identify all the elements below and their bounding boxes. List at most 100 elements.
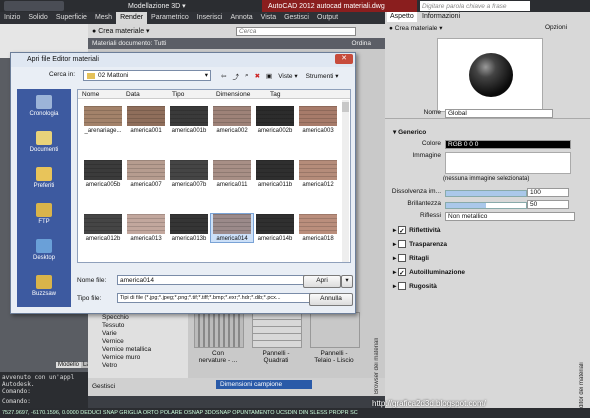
column-data[interactable]: Data — [126, 90, 140, 99]
workspace-selector[interactable]: Modellazione 3D ▾ — [128, 1, 204, 11]
create-material-button[interactable]: ● Crea materiale ▾ — [88, 27, 150, 35]
search-web-icon[interactable]: ⌕ — [245, 72, 249, 80]
filetype-select[interactable]: Tipi di file (*.jpg;*.jpeg;*.png;*.tif;*… — [117, 293, 325, 303]
file-thumbnail[interactable]: america018 — [297, 214, 339, 242]
list-item[interactable]: Vernice metallica — [88, 346, 188, 354]
file-thumbnail[interactable]: america001b — [168, 106, 210, 134]
section-trasparenza[interactable]: ▸ Trasparenza — [393, 240, 447, 250]
section-riflettivita[interactable]: ▸ ✓ Riflettività — [393, 226, 441, 236]
help-search-input[interactable]: Digitare parola chiave a frase — [420, 1, 530, 11]
section-ritagli[interactable]: ▸ Ritagli — [393, 254, 429, 264]
file-name: america014 — [216, 236, 248, 242]
tab-annota[interactable]: Annota — [226, 12, 256, 24]
tab-model[interactable]: Modello — [56, 362, 82, 368]
tab-parametrico[interactable]: Parametrico — [147, 12, 193, 24]
reflections-select[interactable]: Non metallico — [445, 212, 575, 221]
dissolve-slider[interactable] — [445, 190, 527, 197]
list-item[interactable]: Vetro — [88, 362, 188, 370]
column-tag[interactable]: Tag — [270, 90, 280, 99]
tab-informazioni[interactable]: Informazioni — [419, 12, 463, 22]
quick-access-toolbar[interactable] — [4, 1, 64, 11]
checkbox[interactable] — [398, 240, 407, 249]
checkbox[interactable]: ✓ — [398, 268, 407, 277]
tab-output[interactable]: Output — [313, 12, 342, 24]
list-item[interactable]: Vernice — [88, 338, 188, 346]
list-item[interactable]: Varie — [88, 330, 188, 338]
scrollbar[interactable] — [342, 100, 349, 262]
tab-vista[interactable]: Vista — [257, 12, 280, 24]
place-cronologia[interactable]: Cronologia — [21, 95, 67, 117]
close-button[interactable]: ✕ — [335, 54, 353, 64]
place-preferiti[interactable]: Preferiti — [21, 167, 67, 189]
create-material-button[interactable]: ● Crea materiale ▾ — [389, 24, 442, 32]
tab-render[interactable]: Render — [116, 12, 148, 24]
tab-gestisci[interactable]: Gestisci — [280, 12, 313, 24]
scrollbar-thumb[interactable] — [342, 102, 349, 112]
name-input[interactable]: Global — [445, 109, 553, 118]
open-dropdown-button[interactable]: ▾ — [341, 275, 353, 288]
file-thumbnail[interactable]: america013b — [168, 214, 210, 242]
new-folder-icon[interactable]: ▣ — [266, 72, 272, 80]
material-tile[interactable]: Pannelli - Telaio - Liscio — [310, 312, 360, 364]
ftp-icon — [36, 203, 52, 217]
checkbox[interactable] — [398, 254, 407, 263]
place-buzzsaw[interactable]: Buzzsaw — [21, 275, 67, 297]
section-generico[interactable]: ▾ Generico — [393, 128, 426, 138]
tab-solido[interactable]: Solido — [24, 12, 51, 24]
up-folder-icon[interactable]: ⤴ — [232, 71, 239, 81]
place-desktop[interactable]: Desktop — [21, 239, 67, 261]
file-thumbnail[interactable]: america014 — [210, 213, 254, 243]
section-rugosita[interactable]: ▸ Rugosità — [393, 282, 437, 292]
file-thumbnail[interactable]: america011 — [211, 160, 253, 188]
material-tile[interactable]: Con nervature - ... — [194, 312, 244, 364]
dissolve-input[interactable]: 100 — [527, 188, 569, 197]
list-item[interactable]: Vernice muro — [88, 354, 188, 362]
checkbox[interactable]: ✓ — [398, 226, 407, 235]
section-autoilluminazione[interactable]: ▸ ✓ Autoilluminazione — [393, 268, 465, 278]
gloss-slider[interactable] — [445, 202, 527, 209]
gloss-input[interactable]: 50 — [527, 200, 569, 209]
file-thumbnail[interactable]: america012 — [297, 160, 339, 188]
tab-aspetto[interactable]: Aspetto — [387, 12, 417, 22]
file-thumbnail[interactable]: america002 — [211, 106, 253, 134]
command-prompt[interactable]: Comando: — [2, 398, 31, 405]
options-button[interactable]: Opzioni — [545, 24, 567, 31]
list-item[interactable]: Specchio — [88, 314, 188, 322]
file-thumbnail[interactable]: america012b — [82, 214, 124, 242]
file-thumbnail[interactable]: america007b — [168, 160, 210, 188]
tab-inserisci[interactable]: Inserisci — [193, 12, 227, 24]
place-documenti[interactable]: Documenti — [21, 131, 67, 153]
back-icon[interactable]: ⇦ — [221, 72, 226, 80]
checkbox[interactable] — [398, 282, 407, 291]
delete-icon[interactable]: ✖ — [255, 72, 260, 80]
folder-select[interactable]: 02 Mattoni ▾ — [83, 70, 211, 81]
file-thumbnail[interactable]: america013 — [125, 214, 167, 242]
image-slot[interactable] — [445, 152, 571, 174]
tab-inizio[interactable]: Inizio — [0, 12, 24, 24]
tools-menu[interactable]: Strumenti ▾ — [306, 72, 339, 80]
file-thumbnail[interactable]: america005b — [82, 160, 124, 188]
file-thumbnail[interactable]: america014b — [254, 214, 296, 242]
open-button[interactable]: Apri — [303, 275, 341, 288]
place-ftp[interactable]: FTP — [21, 203, 67, 225]
material-tile[interactable]: Pannelli - Quadrati — [252, 312, 302, 364]
column-nome[interactable]: Nome — [82, 90, 99, 99]
file-thumbnail[interactable]: _arenariage... — [82, 106, 124, 134]
file-thumbnail[interactable]: america011b — [254, 160, 296, 188]
list-item[interactable]: Tessuto — [88, 322, 188, 330]
cancel-button[interactable]: Annulla — [309, 293, 353, 306]
file-thumbnail[interactable]: america007 — [125, 160, 167, 188]
column-tipo[interactable]: Tipo — [172, 90, 184, 99]
file-thumbnail[interactable]: america003 — [297, 106, 339, 134]
file-thumbnail[interactable]: america002b — [254, 106, 296, 134]
sample-size-button[interactable]: Dimensioni campione — [216, 380, 312, 389]
manage-button[interactable]: Gestisci — [92, 383, 115, 390]
order-button[interactable]: Ordina — [351, 40, 371, 47]
tab-mesh[interactable]: Mesh — [91, 12, 116, 24]
color-swatch[interactable]: RGB 0 0 0 — [445, 140, 571, 149]
views-menu[interactable]: Viste ▾ — [278, 72, 297, 80]
browser-search-input[interactable]: Cerca — [236, 27, 356, 36]
column-dimensione[interactable]: Dimensione — [216, 90, 250, 99]
file-thumbnail[interactable]: america001 — [125, 106, 167, 134]
tab-superficie[interactable]: Superficie — [52, 12, 91, 24]
